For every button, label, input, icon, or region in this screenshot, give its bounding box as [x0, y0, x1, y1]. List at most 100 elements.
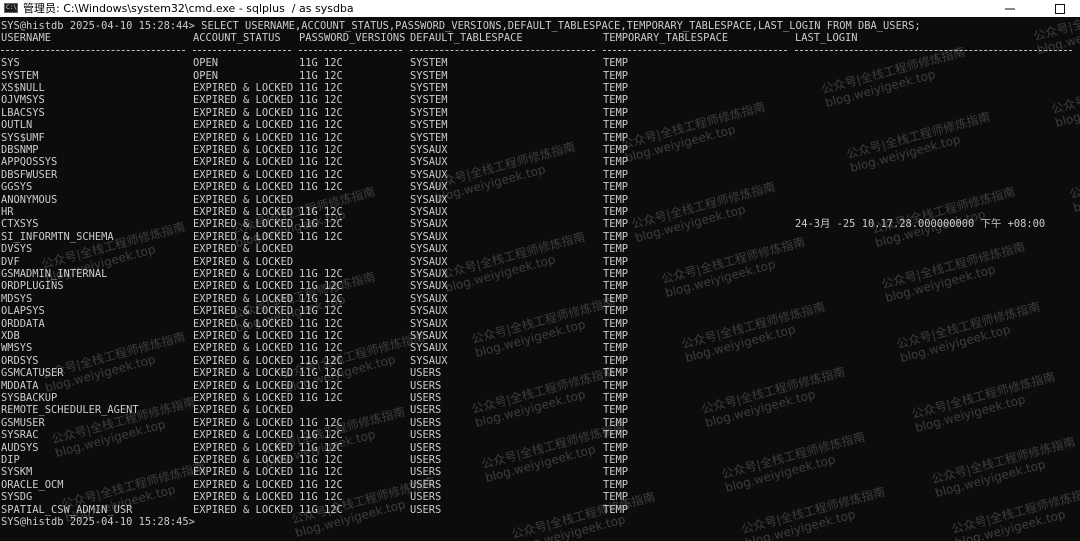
table-row: SPATIAL_CSW_ADMIN_USR EXPIRED & LOCKED 11G… — [0, 504, 1080, 516]
temporary-tablespace-cell: TEMP — [603, 317, 629, 330]
window-titlebar[interactable]: C:\ 管理员: C:\Windows\system32\cmd.exe - s… — [0, 0, 1080, 17]
username-cell: HR — [1, 206, 14, 218]
default-tablespace-cell: USERS — [410, 441, 442, 454]
account-status-cell: EXPIRED & LOCKED — [193, 82, 294, 94]
default-tablespace-cell: USERS — [410, 429, 442, 442]
table-row: MDDATA EXPIRED & LOCKED 11G 12C USERS TEMP — [0, 380, 1080, 392]
username-cell: ORDDATA — [1, 317, 45, 330]
separator-line — [795, 49, 1072, 51]
default-tablespace-cell: SYSAUX — [410, 243, 448, 256]
default-tablespace-cell: USERS — [410, 454, 442, 466]
username-cell: XS$NULL — [1, 82, 45, 94]
account-status-cell: EXPIRED & LOCKED — [193, 119, 294, 132]
account-status-cell: EXPIRED & LOCKED — [193, 181, 294, 194]
terminal-output[interactable]: SYS@histdb 2025-04-10 15:28:44> SELECT U… — [0, 18, 1080, 541]
account-status-cell: OPEN — [193, 69, 219, 82]
default-tablespace-cell: USERS — [410, 379, 442, 392]
username-cell: SYSRAC — [1, 429, 39, 442]
account-status-cell: EXPIRED & LOCKED — [193, 404, 294, 417]
account-status-cell: EXPIRED & LOCKED — [193, 342, 294, 355]
account-status-cell: EXPIRED & LOCKED — [193, 206, 294, 218]
username-cell: AUDSYS — [1, 441, 39, 454]
minimize-button[interactable] — [987, 0, 1033, 17]
password-versions-cell: 11G 12C — [299, 131, 343, 144]
default-tablespace-cell: USERS — [410, 478, 442, 491]
password-versions-cell: 11G 12C — [299, 491, 343, 504]
table-row: SYSBACKUP EXPIRED & LOCKED 11G 12C USERS TEM… — [0, 392, 1080, 404]
temporary-tablespace-cell: TEMP — [603, 57, 629, 70]
temporary-tablespace-cell: TEMP — [603, 392, 629, 404]
temporary-tablespace-cell: TEMP — [603, 280, 629, 293]
username-cell: SYSKM — [1, 466, 33, 479]
default-tablespace-cell: SYSAUX — [410, 280, 448, 293]
password-versions-cell: 11G 12C — [299, 330, 343, 342]
table-row: WMSYS EXPIRED & LOCKED 11G 12C SYSAUX TEMP — [0, 342, 1080, 354]
username-cell: DIP — [1, 454, 20, 466]
table-row: CTXSYS EXPIRED & LOCKED 11G 12C SYSAUX TEMP 2… — [0, 218, 1080, 230]
column-header: PASSWORD_VERSIONS — [299, 32, 406, 45]
default-tablespace-cell: SYSAUX — [410, 156, 448, 169]
maximize-button[interactable] — [1037, 0, 1080, 17]
temporary-tablespace-cell: TEMP — [603, 429, 629, 442]
username-cell: DVSYS — [1, 243, 33, 256]
username-cell: GSMCATUSER — [1, 367, 64, 380]
account-status-cell: EXPIRED & LOCKED — [193, 156, 294, 169]
password-versions-cell: 11G 12C — [299, 144, 343, 156]
default-tablespace-cell: USERS — [410, 392, 442, 404]
default-tablespace-cell: USERS — [410, 491, 442, 504]
account-status-cell: EXPIRED & LOCKED — [193, 144, 294, 156]
account-status-cell: EXPIRED & LOCKED — [193, 106, 294, 119]
password-versions-cell: 11G 12C — [299, 466, 343, 479]
username-cell: SI_INFORMTN_SCHEMA — [1, 230, 114, 243]
username-cell: SYSDG — [1, 491, 33, 504]
temporary-tablespace-cell: TEMP — [603, 218, 629, 231]
account-status-cell: EXPIRED & LOCKED — [193, 478, 294, 491]
default-tablespace-cell: SYSTEM — [410, 131, 448, 144]
table-row: XDB EXPIRED & LOCKED 11G 12C SYSAUX TEMP — [0, 330, 1080, 342]
default-tablespace-cell: SYSAUX — [410, 342, 448, 355]
username-cell: OLAPSYS — [1, 305, 45, 318]
username-cell: GGSYS — [1, 181, 33, 194]
default-tablespace-cell: SYSAUX — [410, 305, 448, 318]
default-tablespace-cell: SYSTEM — [410, 94, 448, 107]
temporary-tablespace-cell: TEMP — [603, 478, 629, 491]
maximize-icon — [1055, 4, 1065, 14]
password-versions-cell: 11G 12C — [299, 268, 343, 280]
default-tablespace-cell: SYSAUX — [410, 255, 448, 268]
username-cell: SYSBACKUP — [1, 392, 58, 404]
default-tablespace-cell: SYSTEM — [410, 69, 448, 82]
table-row: OLAPSYS EXPIRED & LOCKED 11G 12C SYSAUX TEMP — [0, 305, 1080, 317]
temporary-tablespace-cell: TEMP — [603, 243, 629, 256]
username-cell: DBSFWUSER — [1, 168, 58, 181]
default-tablespace-cell: SYSAUX — [410, 144, 448, 156]
username-cell: SYSTEM — [1, 69, 39, 82]
table-row: SYSKM EXPIRED & LOCKED 11G 12C USERS TEMP — [0, 466, 1080, 478]
last-login-cell: 24-3月 -25 10.17.28.000000000 下午 +08:00 — [795, 218, 1046, 231]
password-versions-cell: 11G 12C — [299, 218, 343, 231]
table-row: DVF EXPIRED & LOCKED SYSAUX TEMP — [0, 256, 1080, 268]
temporary-tablespace-cell: TEMP — [603, 454, 629, 466]
username-cell: ORDPLUGINS — [1, 280, 64, 293]
table-row: OUTLN EXPIRED & LOCKED 11G 12C SYSTEM TEMP — [0, 119, 1080, 131]
account-status-cell: EXPIRED & LOCKED — [193, 416, 294, 429]
account-status-cell: EXPIRED & LOCKED — [193, 454, 294, 466]
table-row: GSMUSER EXPIRED & LOCKED 11G 12C USERS TEMP — [0, 417, 1080, 429]
default-tablespace-cell: SYSTEM — [410, 57, 448, 70]
account-status-cell: EXPIRED & LOCKED — [193, 243, 294, 256]
account-status-cell: EXPIRED & LOCKED — [193, 280, 294, 293]
password-versions-cell: 11G 12C — [299, 206, 343, 218]
password-versions-cell: 11G 12C — [299, 181, 343, 194]
temporary-tablespace-cell: TEMP — [603, 305, 629, 318]
table-row: DVSYS EXPIRED & LOCKED SYSAUX TEMP — [0, 243, 1080, 255]
temporary-tablespace-cell: TEMP — [603, 354, 629, 367]
column-header: USERNAME — [1, 32, 52, 45]
default-tablespace-cell: SYSAUX — [410, 218, 448, 231]
account-status-cell: OPEN — [193, 57, 219, 70]
password-versions-cell: 11G 12C — [299, 94, 343, 107]
account-status-cell: EXPIRED & LOCKED — [193, 317, 294, 330]
account-status-cell: EXPIRED & LOCKED — [193, 367, 294, 380]
password-versions-cell: 11G 12C — [299, 156, 343, 169]
password-versions-cell: 11G 12C — [299, 119, 343, 132]
table-row: ORDPLUGINS EXPIRED & LOCKED 11G 12C SYSAUX T… — [0, 280, 1080, 292]
default-tablespace-cell: SYSAUX — [410, 206, 448, 218]
